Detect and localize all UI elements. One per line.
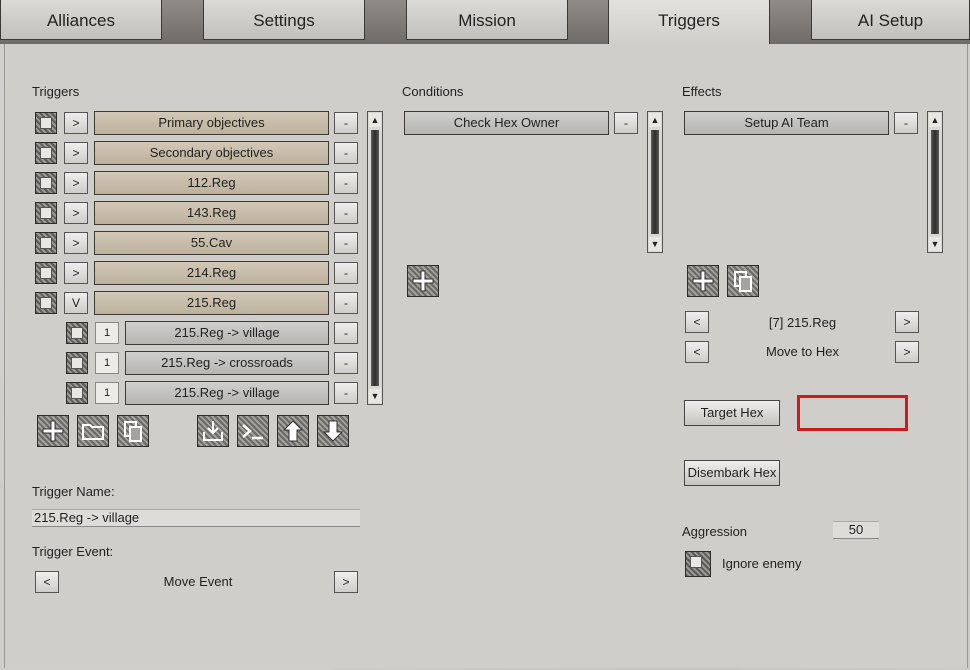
remove-button[interactable]: - bbox=[334, 142, 358, 164]
target-hex-button[interactable]: Target Hex bbox=[684, 400, 780, 426]
trigger-item[interactable]: 55.Cav bbox=[94, 231, 329, 255]
trigger-item[interactable]: 143.Reg bbox=[94, 201, 329, 225]
order-selector-value: Move to Hex bbox=[766, 344, 839, 359]
effect-item[interactable]: Setup AI Team bbox=[684, 111, 889, 135]
add-icon[interactable] bbox=[37, 415, 69, 447]
effects-heading: Effects bbox=[682, 84, 722, 99]
scroll-down-icon[interactable]: ▼ bbox=[369, 389, 381, 403]
folder-icon[interactable] bbox=[77, 415, 109, 447]
trigger-item[interactable]: 214.Reg bbox=[94, 261, 329, 285]
remove-button[interactable]: - bbox=[334, 172, 358, 194]
aggression-label: Aggression bbox=[682, 524, 748, 539]
remove-button[interactable]: - bbox=[614, 112, 638, 134]
remove-button[interactable]: - bbox=[334, 202, 358, 224]
scroll-up-icon[interactable]: ▲ bbox=[929, 113, 941, 127]
trigger-checkbox[interactable] bbox=[35, 292, 57, 314]
tab-settings[interactable]: Settings bbox=[203, 0, 365, 40]
remove-button[interactable]: - bbox=[334, 352, 358, 374]
tab-triggers[interactable]: Triggers bbox=[608, 0, 770, 44]
expand-button[interactable]: > bbox=[64, 262, 88, 284]
condition-item[interactable]: Check Hex Owner bbox=[404, 111, 609, 135]
subtrigger-item[interactable]: 215.Reg -> village bbox=[125, 321, 329, 345]
remove-button[interactable]: - bbox=[334, 232, 358, 254]
expand-button[interactable]: > bbox=[64, 232, 88, 254]
scroll-down-icon[interactable]: ▼ bbox=[929, 237, 941, 251]
remove-button[interactable]: - bbox=[334, 322, 358, 344]
remove-button[interactable]: - bbox=[334, 292, 358, 314]
trigger-checkbox[interactable] bbox=[35, 142, 57, 164]
ignore-enemy-label: Ignore enemy bbox=[722, 556, 802, 571]
triggers-heading: Triggers bbox=[32, 84, 80, 99]
tab-ai-setup[interactable]: AI Setup bbox=[811, 0, 970, 40]
trigger-item[interactable]: Secondary objectives bbox=[94, 141, 329, 165]
order-next-button[interactable]: > bbox=[895, 341, 919, 363]
subtrigger-checkbox[interactable] bbox=[66, 382, 88, 404]
expand-button[interactable]: > bbox=[64, 172, 88, 194]
triggers-scrollbar[interactable]: ▲ ▼ bbox=[367, 111, 383, 405]
tab-bar: Alliances Settings Mission Triggers AI S… bbox=[0, 0, 970, 44]
scroll-down-icon[interactable]: ▼ bbox=[649, 237, 661, 251]
conditions-heading: Conditions bbox=[402, 84, 464, 99]
copy-icon[interactable] bbox=[727, 265, 759, 297]
trigger-item[interactable]: 215.Reg bbox=[94, 291, 329, 315]
trigger-event-label: Trigger Event: bbox=[32, 544, 114, 559]
remove-button[interactable]: - bbox=[334, 112, 358, 134]
unit-selector-value: [7] 215.Reg bbox=[768, 315, 837, 330]
effects-scrollbar[interactable]: ▲ ▼ bbox=[927, 111, 943, 253]
trigger-checkbox[interactable] bbox=[35, 202, 57, 224]
subtrigger-checkbox[interactable] bbox=[66, 352, 88, 374]
event-prev-button[interactable]: < bbox=[35, 571, 59, 593]
tab-mission[interactable]: Mission bbox=[406, 0, 568, 40]
copy-icon[interactable] bbox=[117, 415, 149, 447]
expand-button[interactable]: > bbox=[64, 142, 88, 164]
arrow-down-icon[interactable] bbox=[317, 415, 349, 447]
scroll-up-icon[interactable]: ▲ bbox=[369, 113, 381, 127]
scroll-up-icon[interactable]: ▲ bbox=[649, 113, 661, 127]
add-icon[interactable] bbox=[687, 265, 719, 297]
trigger-item[interactable]: Primary objectives bbox=[94, 111, 329, 135]
ignore-enemy-checkbox[interactable] bbox=[685, 551, 711, 577]
scroll-track[interactable] bbox=[371, 130, 379, 386]
subtrigger-count: 1 bbox=[95, 322, 119, 344]
unit-prev-button[interactable]: < bbox=[685, 311, 709, 333]
remove-button[interactable]: - bbox=[334, 382, 358, 404]
tab-alliances[interactable]: Alliances bbox=[0, 0, 162, 40]
trigger-checkbox[interactable] bbox=[35, 112, 57, 134]
expand-button[interactable]: > bbox=[64, 202, 88, 224]
add-icon[interactable] bbox=[407, 265, 439, 297]
trigger-checkbox[interactable] bbox=[35, 262, 57, 284]
unit-next-button[interactable]: > bbox=[895, 311, 919, 333]
expand-button[interactable]: > bbox=[64, 112, 88, 134]
subtrigger-count: 1 bbox=[95, 352, 119, 374]
remove-button[interactable]: - bbox=[894, 112, 918, 134]
trigger-name-field[interactable]: 215.Reg -> village bbox=[32, 509, 360, 527]
console-icon[interactable] bbox=[237, 415, 269, 447]
subtrigger-item[interactable]: 215.Reg -> crossroads bbox=[125, 351, 329, 375]
event-next-button[interactable]: > bbox=[334, 571, 358, 593]
scroll-track[interactable] bbox=[931, 130, 939, 234]
import-icon[interactable] bbox=[197, 415, 229, 447]
remove-button[interactable]: - bbox=[334, 262, 358, 284]
trigger-checkbox[interactable] bbox=[35, 232, 57, 254]
trigger-name-label: Trigger Name: bbox=[32, 484, 115, 499]
order-prev-button[interactable]: < bbox=[685, 341, 709, 363]
subtrigger-item[interactable]: 215.Reg -> village bbox=[125, 381, 329, 405]
conditions-scrollbar[interactable]: ▲ ▼ bbox=[647, 111, 663, 253]
trigger-item[interactable]: 112.Reg bbox=[94, 171, 329, 195]
scroll-track[interactable] bbox=[651, 130, 659, 234]
arrow-up-icon[interactable] bbox=[277, 415, 309, 447]
collapse-button[interactable]: V bbox=[64, 292, 88, 314]
subtrigger-count: 1 bbox=[95, 382, 119, 404]
trigger-checkbox[interactable] bbox=[35, 172, 57, 194]
disembark-hex-button[interactable]: Disembark Hex bbox=[684, 460, 780, 486]
subtrigger-checkbox[interactable] bbox=[66, 322, 88, 344]
aggression-field[interactable]: 50 bbox=[833, 521, 879, 539]
target-hex-highlight[interactable] bbox=[797, 395, 908, 431]
trigger-event-value: Move Event bbox=[163, 574, 233, 589]
